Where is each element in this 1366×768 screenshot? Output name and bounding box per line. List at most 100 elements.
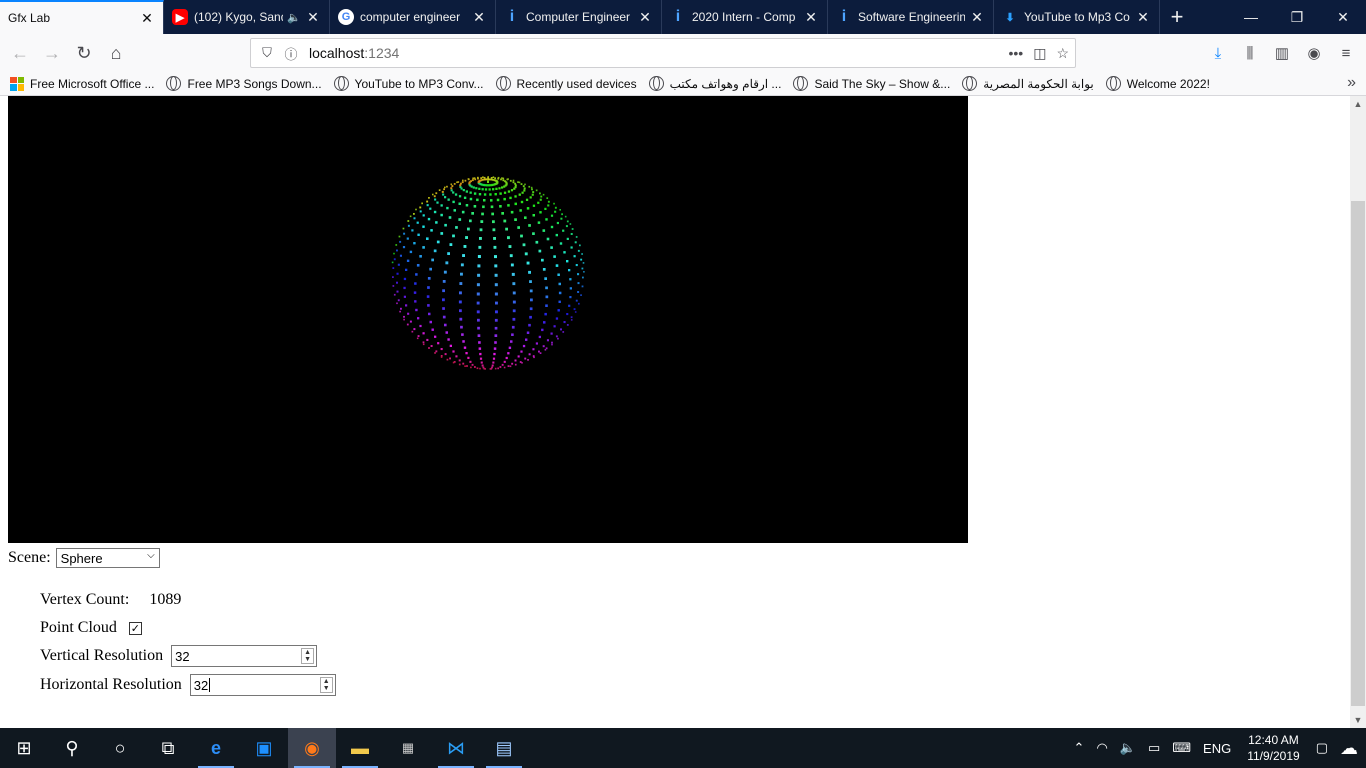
sphere-vertex: [428, 347, 430, 349]
file-explorer-icon[interactable]: ▬: [336, 728, 384, 768]
library-icon[interactable]: ⫼: [1234, 37, 1266, 69]
sphere-vertex: [478, 347, 482, 350]
sphere-vertex: [414, 282, 417, 285]
bookmark-label: Recently used devices: [516, 76, 637, 91]
sphere-vertex: [469, 191, 472, 194]
edge-icon[interactable]: e: [192, 728, 240, 768]
downloads-icon[interactable]: ⤓: [1202, 37, 1234, 69]
wifi-icon[interactable]: ◠: [1090, 740, 1113, 756]
tab-gfx-lab[interactable]: Gfx Lab ✕: [0, 0, 164, 34]
sphere-vertex: [487, 180, 489, 183]
notifications-icon[interactable]: ▢: [1310, 740, 1334, 756]
sphere-vertex: [573, 308, 576, 311]
photos-icon[interactable]: ▤: [480, 728, 528, 768]
bookmark-item[interactable]: Welcome 2022!: [1105, 76, 1210, 91]
sphere-vertex: [562, 229, 565, 232]
sphere-vertex: [449, 243, 453, 246]
tab-mp3[interactable]: ⬇ YouTube to Mp3 Co ✕: [994, 0, 1160, 34]
info-icon[interactable]: ⓘ: [279, 44, 303, 63]
tab-google[interactable]: G computer engineer ✕: [330, 0, 496, 34]
chevron-right-icon[interactable]: »: [1347, 74, 1356, 92]
sphere-vertex: [527, 359, 529, 361]
close-icon[interactable]: ✕: [471, 9, 487, 26]
calendar-app-icon[interactable]: ▦: [384, 728, 432, 768]
scroll-down-icon[interactable]: ▼: [1350, 712, 1366, 728]
vertical-scrollbar[interactable]: ▲ ▼: [1350, 96, 1366, 728]
reload-icon[interactable]: ↻: [68, 37, 100, 69]
vertical-resolution-input[interactable]: 32 ▲ ▼: [171, 645, 318, 667]
sphere-vertex: [517, 355, 520, 358]
sphere-vertex: [471, 212, 474, 215]
menu-icon[interactable]: ≡: [1330, 37, 1362, 69]
close-icon[interactable]: ✕: [637, 9, 653, 26]
tab-youtube[interactable]: ▶ (102) Kygo, Sand 🔈 ✕: [164, 0, 330, 34]
bookmark-item[interactable]: Free MP3 Songs Down...: [166, 76, 322, 91]
windows-start-icon[interactable]: ⊞: [0, 728, 48, 768]
task-view-icon[interactable]: ⧉: [144, 728, 192, 768]
chevron-up-icon[interactable]: ⌃: [1068, 740, 1091, 756]
close-window-icon[interactable]: ✕: [1320, 0, 1366, 34]
clock[interactable]: 12:40 AM 11/9/2019: [1237, 732, 1310, 764]
tab-indeed-1[interactable]: i Computer Engineer ✕: [496, 0, 662, 34]
volume-icon[interactable]: 🔈: [1114, 740, 1142, 756]
minimize-icon[interactable]: —: [1228, 0, 1274, 34]
tab-indeed-2[interactable]: i 2020 Intern - Comp ✕: [662, 0, 828, 34]
pocket-icon[interactable]: ◫: [1033, 45, 1046, 62]
weather-icon[interactable]: ☁: [1334, 738, 1366, 759]
scroll-up-icon[interactable]: ▲: [1350, 96, 1366, 112]
close-icon[interactable]: ✕: [803, 9, 819, 26]
sphere-vertex: [503, 366, 506, 369]
back-icon[interactable]: ←: [4, 37, 36, 69]
bookmark-item[interactable]: YouTube to MP3 Conv...: [333, 76, 484, 91]
sphere-vertex: [560, 328, 562, 331]
sphere-vertex: [435, 192, 438, 195]
speaker-icon[interactable]: 🔈: [287, 11, 301, 24]
scene-select[interactable]: Sphere ⌵: [55, 548, 160, 568]
cortana-icon[interactable]: ○: [96, 728, 144, 768]
bookmark-item[interactable]: Recently used devices: [495, 76, 637, 91]
sphere-vertex: [428, 312, 431, 316]
search-icon[interactable]: ⚲: [48, 728, 96, 768]
sphere-vertex: [421, 202, 423, 205]
point-cloud-checkbox[interactable]: ✓: [128, 621, 142, 635]
render-canvas[interactable]: [8, 96, 968, 543]
close-icon[interactable]: ✕: [1135, 9, 1151, 26]
language-indicator[interactable]: ENG: [1197, 741, 1237, 756]
home-icon[interactable]: ⌂: [100, 37, 132, 69]
sphere-vertex: [403, 286, 406, 290]
new-tab-button[interactable]: +: [1160, 0, 1194, 34]
sphere-vertex: [442, 298, 445, 302]
sphere-vertex: [501, 177, 503, 179]
sidebar-icon[interactable]: ▥: [1266, 37, 1298, 69]
close-icon[interactable]: ✕: [969, 9, 985, 26]
sphere-vertex: [411, 330, 414, 333]
battery-icon[interactable]: ▭: [1142, 740, 1166, 756]
sphere-vertex: [494, 283, 498, 287]
vertical-resolution-row: Vertical Resolution 32 ▲ ▼: [40, 645, 318, 667]
horizontal-resolution-input[interactable]: 32 ▲ ▼: [189, 674, 336, 696]
bookmark-item[interactable]: Said The Sky – Show &...: [793, 76, 950, 91]
spinner-icon[interactable]: ▲ ▼: [319, 677, 333, 693]
address-bar[interactable]: ⛉ ⓘ localhost:1234 ••• ◫ ☆: [250, 38, 1076, 68]
bookmark-item[interactable]: ارقام وهواتف مكتب ...: [648, 76, 781, 91]
restore-icon[interactable]: ❐: [1274, 0, 1320, 34]
spinner-icon[interactable]: ▲ ▼: [301, 648, 315, 664]
forward-icon[interactable]: →: [36, 37, 68, 69]
keyboard-icon[interactable]: ⌨: [1166, 740, 1197, 756]
store-icon[interactable]: ▣: [240, 728, 288, 768]
close-icon[interactable]: ✕: [305, 9, 321, 26]
sphere-vertex: [395, 244, 398, 246]
bookmark-item[interactable]: Free Microsoft Office ...: [10, 76, 154, 91]
bookmark-item[interactable]: بوابة الحكومة المصرية: [962, 76, 1094, 91]
account-icon[interactable]: ◉: [1298, 37, 1330, 69]
scroll-thumb[interactable]: [1351, 201, 1365, 706]
tab-indeed-3[interactable]: i Software Engineerin ✕: [828, 0, 994, 34]
shield-icon[interactable]: ⛉: [255, 45, 279, 61]
page-actions-icon[interactable]: •••: [1008, 45, 1023, 61]
firefox-icon[interactable]: ◉: [288, 728, 336, 768]
vscode-icon[interactable]: ⋈: [432, 728, 480, 768]
sphere-vertex: [473, 177, 476, 179]
star-icon[interactable]: ☆: [1056, 45, 1069, 62]
close-icon[interactable]: ✕: [139, 10, 155, 27]
tab-title: (102) Kygo, Sand: [194, 10, 284, 24]
